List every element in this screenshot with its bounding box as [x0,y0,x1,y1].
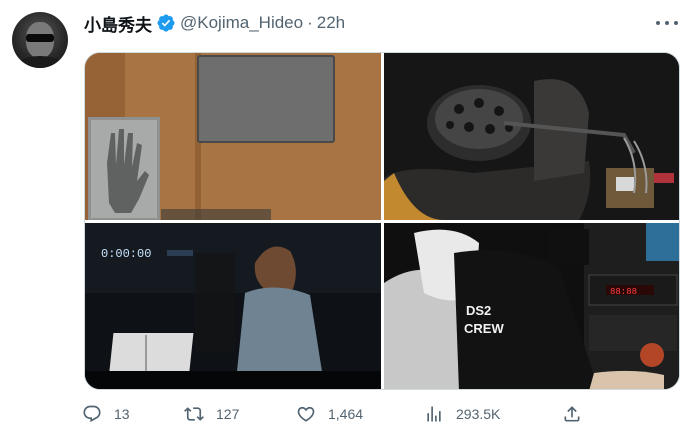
share-button[interactable] [562,402,594,426]
timecode-text: 0:00:00 [101,247,151,261]
reply-count: 13 [114,406,130,422]
author-handle[interactable]: @Kojima_Hideo [180,13,303,33]
views-button[interactable]: 293.5K [424,402,500,426]
retweet-icon [184,407,204,421]
reply-button[interactable]: 13 [82,402,130,426]
tweet-actions: 13 127 1,464 293.5K [82,402,602,426]
views-count: 293.5K [456,406,501,422]
media-image-4[interactable]: 88:88 DS2 CREW [384,223,679,389]
separator-dot: · [307,13,313,32]
media-grid: 0:00:00 88:88 DS2 CREW [84,52,680,390]
media-image-1[interactable] [85,53,381,220]
tweet-header: 小島秀夫 @Kojima_Hideo · 22h [84,11,345,36]
more-icon[interactable] [656,14,678,32]
like-icon [297,406,315,422]
shirt-text-ds2: DS2 [466,303,491,318]
author-display-name[interactable]: 小島秀夫 [84,11,152,36]
retweet-button[interactable]: 127 [184,402,239,426]
tweet-timestamp[interactable]: 22h [317,13,345,33]
retweet-count: 127 [216,406,240,422]
views-icon [427,406,441,422]
like-count: 1,464 [328,406,364,422]
share-icon [564,406,580,422]
device-display-text: 88:88 [610,287,637,297]
media-image-2[interactable] [384,53,679,220]
shirt-text-crew: CREW [464,321,504,336]
like-button[interactable]: 1,464 [296,402,363,426]
media-image-3[interactable]: 0:00:00 [85,223,381,389]
reply-icon [83,405,101,423]
avatar[interactable] [12,12,68,68]
verified-badge-icon [157,14,175,32]
